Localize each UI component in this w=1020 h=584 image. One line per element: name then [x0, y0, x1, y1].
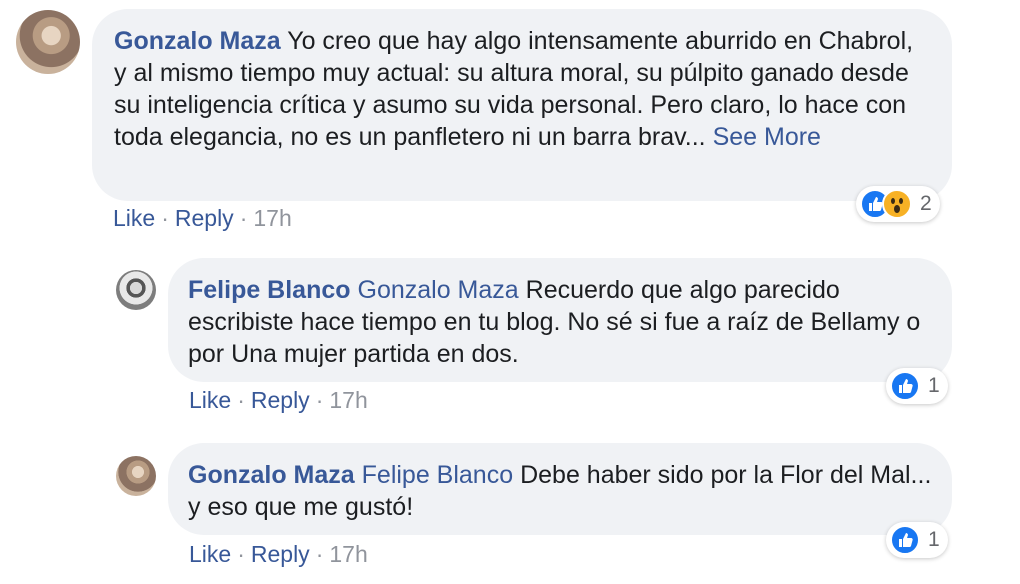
reply-link[interactable]: Reply: [251, 541, 310, 567]
avatar[interactable]: [116, 270, 156, 310]
separator: ·: [237, 541, 245, 567]
like-icon: [890, 371, 920, 401]
separator: ·: [315, 387, 324, 413]
reply-link[interactable]: Reply: [175, 205, 234, 231]
avatar[interactable]: [16, 10, 80, 74]
like-link[interactable]: Like: [189, 541, 231, 567]
comment-timestamp[interactable]: 17h: [253, 205, 291, 231]
comment-text-block: Gonzalo Maza Felipe Blanco Debe haber si…: [188, 459, 932, 523]
reaction-count: 2: [920, 192, 932, 215]
mention-link[interactable]: Gonzalo Maza: [358, 276, 519, 304]
separator: ·: [237, 387, 245, 413]
reaction-count: 1: [928, 374, 940, 397]
separator: ·: [239, 205, 248, 231]
comment-author[interactable]: Felipe Blanco: [188, 276, 351, 304]
see-more-link[interactable]: See More: [713, 123, 821, 151]
like-link[interactable]: Like: [189, 387, 231, 413]
comment-timestamp[interactable]: 17h: [329, 387, 367, 413]
comment-text-block: Gonzalo Maza Yo creo que hay algo intens…: [114, 25, 930, 153]
separator: ·: [161, 205, 169, 231]
mention-link[interactable]: Felipe Blanco: [362, 461, 513, 489]
reaction-count: 1: [928, 528, 940, 551]
comment-author[interactable]: Gonzalo Maza: [114, 27, 281, 55]
separator: ·: [315, 541, 324, 567]
like-link[interactable]: Like: [113, 205, 155, 231]
comment-bubble: Felipe Blanco Gonzalo Maza Recuerdo que …: [168, 258, 952, 382]
reactions-summary[interactable]: 1: [886, 368, 948, 404]
wow-icon: [882, 189, 912, 219]
comment-actions: Like · Reply · 17h: [113, 205, 292, 232]
reply-link[interactable]: Reply: [251, 387, 310, 413]
comment-actions: Like · Reply · 17h: [189, 387, 368, 414]
avatar[interactable]: [116, 456, 156, 496]
like-icon: [890, 525, 920, 555]
comment-bubble: Gonzalo Maza Felipe Blanco Debe haber si…: [168, 443, 952, 535]
reactions-summary[interactable]: 1: [886, 522, 948, 558]
comment-timestamp[interactable]: 17h: [329, 541, 367, 567]
reactions-summary[interactable]: 2: [856, 186, 940, 222]
comment-actions: Like · Reply · 17h: [189, 541, 368, 568]
comment-bubble: Gonzalo Maza Yo creo que hay algo intens…: [92, 9, 952, 201]
comment-text-block: Felipe Blanco Gonzalo Maza Recuerdo que …: [188, 274, 932, 370]
comment-author[interactable]: Gonzalo Maza: [188, 461, 355, 489]
